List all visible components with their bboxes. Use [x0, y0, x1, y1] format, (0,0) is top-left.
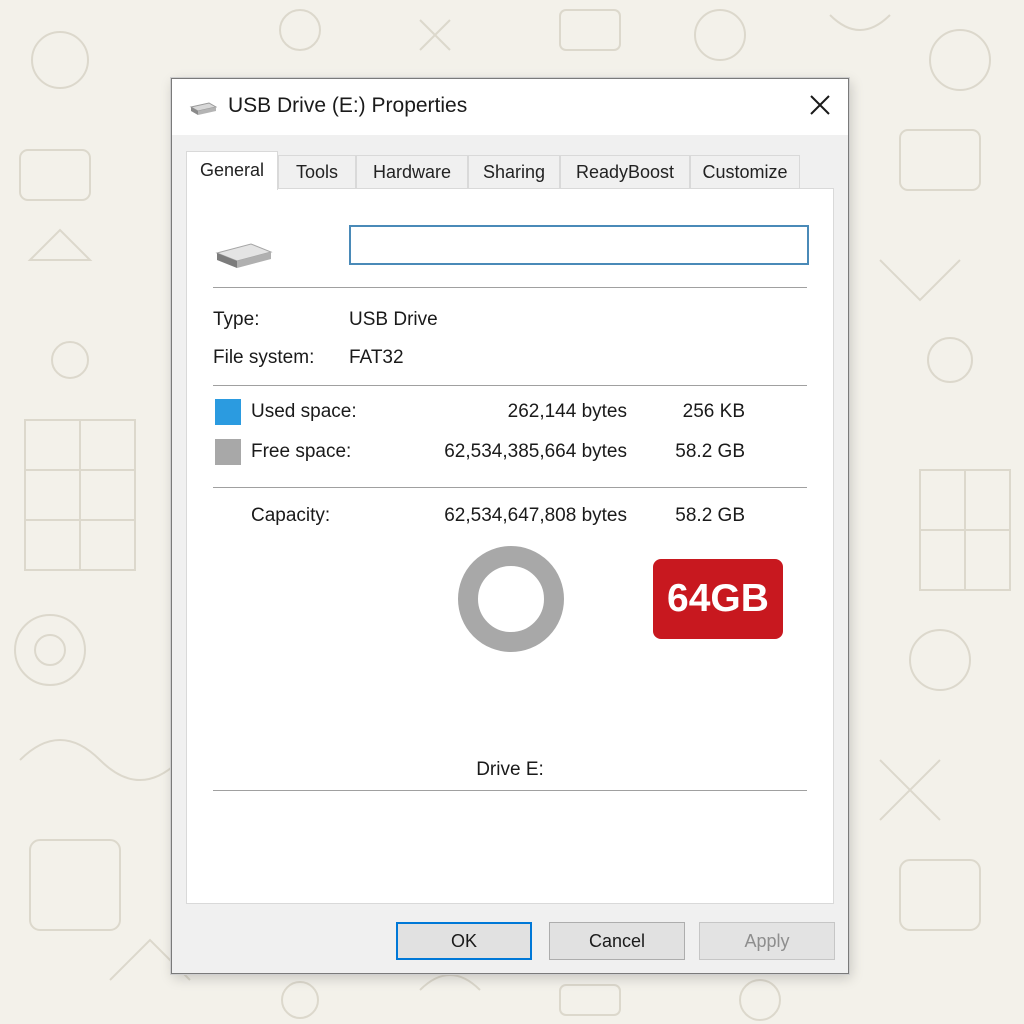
drive-name-input[interactable]: [349, 225, 809, 265]
close-icon: [809, 94, 831, 121]
title-bar: USB Drive (E:) Properties: [172, 79, 848, 135]
capacity-label: Capacity:: [251, 505, 331, 526]
capacity-badge: 64GB: [653, 559, 783, 639]
apply-button[interactable]: Apply: [699, 922, 835, 960]
tab-hardware[interactable]: Hardware: [356, 155, 468, 189]
window-title: USB Drive (E:) Properties: [228, 94, 468, 117]
free-space-swatch: [215, 439, 241, 465]
capacity-size: 58.2 GB: [675, 505, 745, 526]
free-space-size: 58.2 GB: [675, 441, 745, 462]
ok-button[interactable]: OK: [396, 922, 532, 960]
used-space-bytes: 262,144 bytes: [507, 401, 627, 422]
tab-customize[interactable]: Customize: [690, 155, 800, 189]
type-value: USB Drive: [349, 309, 438, 330]
used-space-label: Used space:: [251, 401, 357, 422]
close-button[interactable]: [792, 79, 848, 135]
cancel-button[interactable]: Cancel: [549, 922, 685, 960]
separator: [213, 287, 807, 288]
properties-dialog: USB Drive (E:) Properties General Tools …: [171, 78, 849, 974]
usage-donut-chart: [458, 546, 564, 652]
tab-strip: General Tools Hardware Sharing ReadyBoos…: [186, 151, 836, 190]
tab-general[interactable]: General: [186, 151, 278, 190]
used-space-swatch: [215, 399, 241, 425]
drive-label: Drive E:: [476, 759, 544, 780]
tab-tools[interactable]: Tools: [278, 155, 356, 189]
donut-free-segment: [458, 546, 564, 652]
free-space-bytes: 62,534,385,664 bytes: [444, 441, 627, 462]
tab-readyboost[interactable]: ReadyBoost: [560, 155, 690, 189]
separator: [213, 385, 807, 386]
used-space-size: 256 KB: [682, 401, 745, 422]
capacity-bytes: 62,534,647,808 bytes: [444, 505, 627, 526]
free-space-label: Free space:: [251, 441, 352, 462]
file-system-label: File system:: [213, 347, 315, 368]
usb-drive-icon: [189, 101, 218, 122]
file-system-value: FAT32: [349, 347, 404, 368]
tab-sharing[interactable]: Sharing: [468, 155, 560, 189]
type-label: Type:: [213, 309, 260, 330]
drive-icon: [215, 241, 273, 276]
separator: [213, 487, 807, 488]
general-tab-panel: Type: USB Drive File system: FAT32 Used …: [186, 188, 834, 904]
separator: [213, 790, 807, 791]
